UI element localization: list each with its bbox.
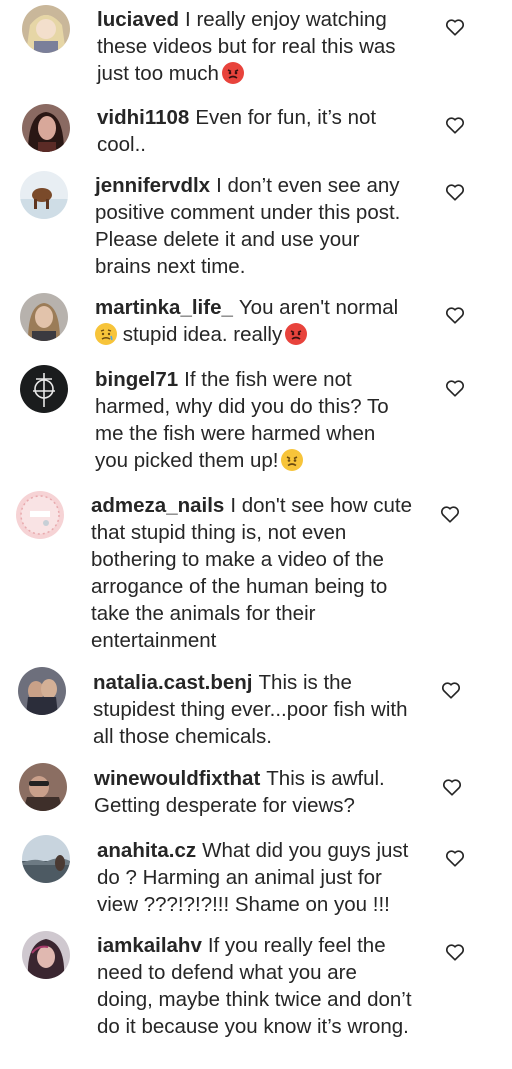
comment-text: winewouldfixthat This is awful. Getting d… [94, 765, 424, 819]
comment-username[interactable]: jennifervdlx [95, 174, 210, 197]
comment-body-continued: stupid idea. really [122, 323, 283, 346]
comment-username[interactable]: luciaved [97, 8, 179, 31]
comment-text: natalia.cast.benj This is the stupidest t… [93, 669, 413, 750]
comment-username[interactable]: iamkailahv [97, 934, 202, 957]
avatar[interactable] [20, 293, 68, 341]
avatar[interactable] [22, 835, 70, 883]
avatar[interactable] [19, 763, 67, 811]
avatar[interactable] [22, 931, 70, 979]
avatar[interactable] [22, 104, 70, 152]
comment-username[interactable]: vidhi1108 [97, 106, 189, 129]
comment-username[interactable]: bingel71 [95, 368, 178, 391]
heart-outline-icon[interactable] [439, 503, 461, 525]
comment-username[interactable]: anahita.cz [97, 839, 196, 862]
avatar[interactable] [16, 491, 64, 539]
comment-username[interactable]: martinka_life_ [95, 296, 233, 319]
angry-face-emoji [221, 62, 244, 84]
angry-face-emoji [281, 449, 304, 471]
avatar[interactable] [20, 365, 68, 413]
heart-outline-icon[interactable] [444, 16, 466, 38]
heart-outline-icon[interactable] [440, 679, 462, 701]
comment-text: iamkailahv If you really feel the need to… [97, 932, 417, 1040]
heart-outline-icon[interactable] [444, 304, 466, 326]
heart-outline-icon[interactable] [444, 377, 466, 399]
comment-body: I don't see how cute that stupid thing i… [91, 494, 413, 652]
comment-username[interactable]: winewouldfixthat [94, 767, 260, 790]
comment-text: jennifervdlx I don’t even see any positiv… [95, 172, 420, 280]
angry-face-emoji [285, 323, 308, 345]
heart-outline-icon[interactable] [444, 847, 466, 869]
comment-body: You aren't normal [238, 296, 399, 319]
comment-text: vidhi1108 Even for fun, it’s not cool.. [97, 104, 417, 158]
comment-text: anahita.cz What did you guys just do ? Ha… [97, 837, 417, 918]
avatar[interactable] [18, 667, 66, 715]
comment-text: bingel71 If the fish were not harmed, why… [95, 366, 410, 474]
avatar[interactable] [22, 5, 70, 53]
sad-face-emoji [95, 323, 117, 345]
comment-username[interactable]: admeza_nails [91, 494, 224, 517]
comment-text: admeza_nails I don't see how cute that st… [91, 492, 426, 654]
heart-outline-icon[interactable] [444, 941, 466, 963]
heart-outline-icon[interactable] [444, 181, 466, 203]
heart-outline-icon[interactable] [441, 776, 463, 798]
comment-text: martinka_life_ You aren't normal stupid i… [95, 294, 425, 348]
heart-outline-icon[interactable] [444, 114, 466, 136]
avatar[interactable] [20, 171, 68, 219]
comment-username[interactable]: natalia.cast.benj [93, 671, 253, 694]
comment-text: luciaved I really enjoy watching these vi… [97, 6, 427, 87]
